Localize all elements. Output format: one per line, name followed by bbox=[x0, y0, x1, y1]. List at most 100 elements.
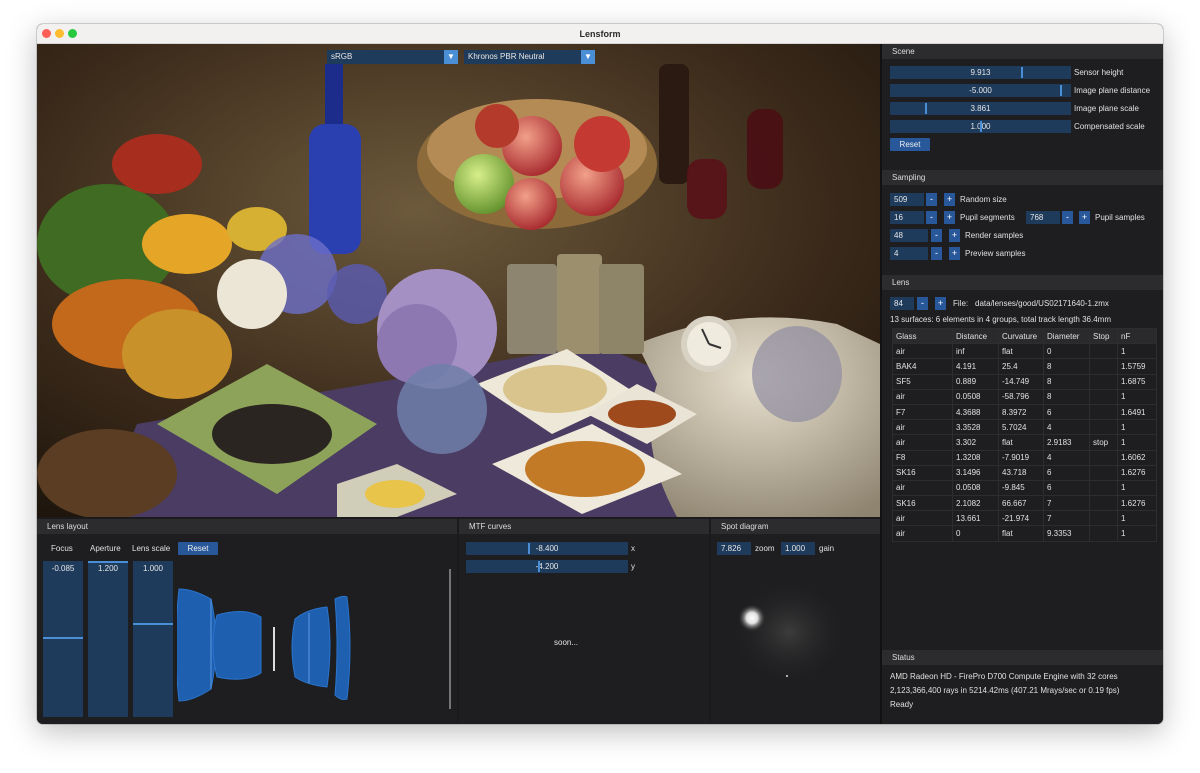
status-header: Status bbox=[882, 650, 1163, 665]
table-cell: 6 bbox=[1043, 403, 1090, 421]
table-cell: 3.3528 bbox=[952, 419, 999, 436]
mtf-x-slider[interactable]: -8.400 bbox=[466, 542, 628, 555]
table-cell: -58.796 bbox=[998, 388, 1044, 405]
scene-reset-button[interactable]: Reset bbox=[890, 138, 930, 151]
pupil-segments-increment-button[interactable]: + bbox=[944, 211, 955, 224]
lens-scale-slider-handle[interactable] bbox=[133, 623, 173, 625]
table-cell bbox=[1089, 388, 1118, 405]
random-size-field[interactable]: 509 bbox=[890, 193, 924, 206]
table-row[interactable]: air 0.0508 -58.796 8 1 bbox=[892, 388, 1157, 405]
sampling-header: Sampling bbox=[882, 170, 1163, 185]
table-cell: air bbox=[892, 510, 953, 527]
tonemap-dropdown[interactable]: Khronos PBR Neutral ▼ bbox=[464, 50, 595, 64]
table-cell: 1 bbox=[1117, 419, 1157, 436]
preview-samples-increment-button[interactable]: + bbox=[949, 247, 960, 260]
table-cell: 0 bbox=[952, 525, 999, 542]
table-cell: 8 bbox=[1043, 373, 1090, 390]
table-cell: 7 bbox=[1043, 510, 1090, 527]
table-cell: air bbox=[892, 525, 953, 542]
aperture-slider[interactable]: 1.200 bbox=[88, 561, 128, 717]
column-header-curvature[interactable]: Curvature bbox=[998, 327, 1044, 345]
spot-gain-value: 1.000 bbox=[785, 544, 806, 553]
mtf-y-slider-handle[interactable] bbox=[538, 561, 540, 572]
compensated-scale-field[interactable]: 1.000 bbox=[890, 120, 1071, 133]
table-row[interactable]: air 13.661 -21.974 7 1 bbox=[892, 510, 1157, 527]
table-cell: 1 bbox=[1117, 525, 1157, 542]
sensor-height-field[interactable]: 9.913 bbox=[890, 66, 1071, 79]
compensated-scale-label: Compensated scale bbox=[1074, 122, 1145, 131]
lens-layout-reset-button[interactable]: Reset bbox=[178, 542, 218, 555]
render-viewport[interactable]: sRGB ▼ Khronos PBR Neutral ▼ bbox=[37, 44, 880, 517]
aperture-slider-handle[interactable] bbox=[88, 561, 128, 563]
table-row[interactable]: air inf flat 0 1 bbox=[892, 343, 1157, 360]
column-header-nf[interactable]: nF bbox=[1117, 327, 1157, 345]
compensated-scale-handle[interactable] bbox=[980, 121, 982, 132]
random-size-increment-button[interactable]: + bbox=[944, 193, 955, 206]
column-header-diameter[interactable]: Diameter bbox=[1043, 327, 1090, 345]
column-header-distance[interactable]: Distance bbox=[952, 327, 999, 345]
lens-index-value: 84 bbox=[894, 299, 903, 308]
render-samples-decrement-button[interactable]: - bbox=[931, 229, 942, 242]
colorspace-dropdown[interactable]: sRGB ▼ bbox=[327, 50, 458, 64]
image-plane-distance-value: -5.000 bbox=[969, 86, 992, 95]
spot-gain-field[interactable]: 1.000 bbox=[781, 542, 815, 555]
pupil-segments-decrement-button[interactable]: - bbox=[926, 211, 937, 224]
table-row[interactable]: SK16 3.1496 43.718 6 1.6276 bbox=[892, 464, 1157, 481]
pupil-segments-field[interactable]: 16 bbox=[890, 211, 924, 224]
table-cell bbox=[1089, 343, 1118, 360]
preview-samples-decrement-button[interactable]: - bbox=[931, 247, 942, 260]
image-plane-distance-field[interactable]: -5.000 bbox=[890, 84, 1071, 97]
render-samples-increment-button[interactable]: + bbox=[949, 229, 960, 242]
table-cell: 0.0508 bbox=[952, 479, 999, 497]
table-row[interactable]: F8 1.3208 -7.9019 4 1.6062 bbox=[892, 449, 1157, 466]
close-window-icon[interactable] bbox=[42, 29, 51, 38]
table-cell: 4.3688 bbox=[952, 403, 999, 421]
random-size-decrement-button[interactable]: - bbox=[926, 193, 937, 206]
focus-slider[interactable]: -0.085 bbox=[43, 561, 83, 717]
pupil-samples-decrement-button[interactable]: - bbox=[1062, 211, 1073, 224]
sensor-height-value: 9.913 bbox=[970, 68, 991, 77]
table-cell: 1.6276 bbox=[1117, 464, 1157, 481]
lens-index-increment-button[interactable]: + bbox=[935, 297, 946, 310]
window-title: Lensform bbox=[579, 28, 621, 39]
preview-samples-field[interactable]: 4 bbox=[890, 247, 928, 260]
preview-samples-label: Preview samples bbox=[965, 249, 1026, 258]
lens-scale-slider[interactable]: 1.000 bbox=[133, 561, 173, 717]
image-plane-scale-label: Image plane scale bbox=[1074, 104, 1139, 113]
image-plane-distance-handle[interactable] bbox=[1060, 85, 1062, 96]
sensor-height-handle[interactable] bbox=[1021, 67, 1023, 78]
table-cell bbox=[1089, 358, 1118, 375]
spot-zoom-field[interactable]: 7.826 bbox=[717, 542, 751, 555]
lens-file-path[interactable]: data/lenses/good/US02171640-1.zmx bbox=[975, 297, 1109, 310]
pupil-samples-field[interactable]: 768 bbox=[1026, 211, 1060, 224]
mtf-x-slider-handle[interactable] bbox=[528, 543, 530, 554]
focus-label: Focus bbox=[51, 544, 73, 553]
table-row[interactable]: F7 4.3688 8.3972 6 1.6491 bbox=[892, 403, 1157, 421]
table-cell: flat bbox=[998, 343, 1044, 360]
table-row[interactable]: SF5 0.889 -14.749 8 1.6875 bbox=[892, 373, 1157, 390]
table-row[interactable]: SK16 2.1082 66.667 7 1.6276 bbox=[892, 495, 1157, 512]
focus-slider-handle[interactable] bbox=[43, 637, 83, 639]
spot-diagram-plot bbox=[729, 577, 849, 687]
table-row[interactable]: air 0.0508 -9.845 6 1 bbox=[892, 479, 1157, 497]
table-row[interactable]: air 3.3528 5.7024 4 1 bbox=[892, 419, 1157, 436]
focus-value: -0.085 bbox=[51, 564, 75, 573]
table-row[interactable]: air 0 flat 9.3353 1 bbox=[892, 525, 1157, 542]
image-plane-scale-handle[interactable] bbox=[925, 103, 927, 114]
table-cell bbox=[1089, 479, 1118, 497]
render-samples-field[interactable]: 48 bbox=[890, 229, 928, 242]
render-samples-label: Render samples bbox=[965, 231, 1024, 240]
lens-index-decrement-button[interactable]: - bbox=[917, 297, 928, 310]
lens-index-field[interactable]: 84 bbox=[890, 297, 914, 310]
mtf-y-slider[interactable]: -4.200 bbox=[466, 560, 628, 573]
lens-layout-header: Lens layout bbox=[37, 519, 457, 534]
maximize-window-icon[interactable] bbox=[68, 29, 77, 38]
image-plane-scale-field[interactable]: 3.861 bbox=[890, 102, 1071, 115]
column-header-glass[interactable]: Glass bbox=[892, 327, 953, 345]
aperture-label: Aperture bbox=[90, 544, 121, 553]
column-header-stop[interactable]: Stop bbox=[1089, 327, 1118, 345]
table-row[interactable]: BAK4 4.191 25.4 8 1.5759 bbox=[892, 358, 1157, 375]
table-row[interactable]: air 3.302 flat 2.9183 stop 1 bbox=[892, 434, 1157, 451]
minimize-window-icon[interactable] bbox=[55, 29, 64, 38]
pupil-samples-increment-button[interactable]: + bbox=[1079, 211, 1090, 224]
